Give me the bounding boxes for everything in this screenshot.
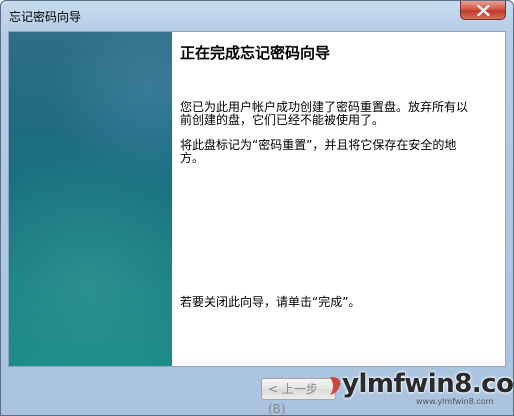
close-icon [477, 5, 490, 16]
back-button[interactable]: < 上一步(B) [261, 378, 336, 415]
watermark: ylmfwin8.com www.ylmfwin8.com [328, 369, 514, 406]
title-bar[interactable]: 忘记密码向导 [1, 1, 513, 31]
info-text-finish: 若要关闭此向导，请单击“完成”。 [180, 295, 361, 309]
wizard-button-bar: < 上一步(B) ylmfwin8.com www.ylmfwin8.com [8, 367, 513, 415]
wizard-window: 忘记密码向导 正在完成忘记密码向导 您已为此用户帐户成功创建了密码重置盘。放弃所… [0, 0, 514, 416]
info-text-created: 您已为此用户帐户成功创建了密码重置盘。放弃所有以前创建的盘，它们已经不能被使用了… [180, 100, 469, 127]
watermark-text: ylmfwin8.com [342, 369, 514, 399]
window-title: 忘记密码向导 [9, 10, 82, 24]
close-button[interactable] [460, 1, 506, 20]
watermark-subtext: www.ylmfwin8.com [416, 397, 494, 406]
wizard-side-banner [9, 32, 172, 366]
page-title: 正在完成忘记密码向导 [180, 44, 331, 62]
wizard-client-area: 正在完成忘记密码向导 您已为此用户帐户成功创建了密码重置盘。放弃所有以前创建的盘… [8, 31, 506, 367]
info-text-label-disk: 将此盘标记为“密码重置”，并且将它保存在安全的地方。 [180, 138, 457, 165]
